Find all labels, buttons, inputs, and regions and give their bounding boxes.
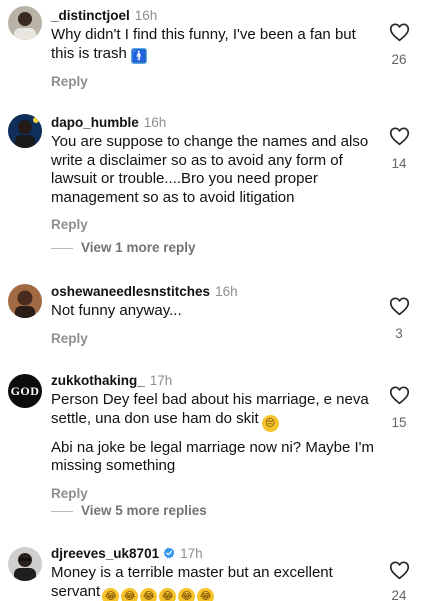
avatar[interactable]: [8, 284, 42, 318]
comment-meta: oshewaneedlesnstitches 16h: [51, 283, 381, 300]
reply-button[interactable]: Reply: [51, 331, 88, 346]
heart-outline-icon: [389, 127, 409, 146]
comment-text: Money is a terrible master but an excell…: [51, 564, 381, 601]
timestamp: 17h: [149, 373, 173, 388]
tears-of-joy-emoji: 😂: [197, 587, 215, 601]
comment-text-content: Why didn't I find this funny, I've been …: [51, 26, 356, 62]
avatar[interactable]: [8, 114, 42, 148]
like-count: 14: [391, 156, 407, 171]
username[interactable]: djreeves_uk8701: [51, 546, 159, 561]
verified-badge-icon: [163, 547, 175, 559]
comment-text: Why didn't I find this funny, I've been …: [51, 26, 381, 64]
comment-text: You are suppose to change the names and …: [51, 133, 369, 206]
view-more-replies[interactable]: View 5 more replies: [51, 503, 207, 518]
divider-line: [51, 510, 73, 512]
avatar[interactable]: [8, 547, 42, 581]
timestamp: 16h: [143, 115, 167, 130]
username[interactable]: dapo_humble: [51, 115, 139, 130]
like-button[interactable]: 3: [386, 296, 412, 341]
username[interactable]: _distinctjoel: [51, 8, 130, 23]
pensive-face-emoji: 😔: [261, 414, 279, 432]
comment-text-content: Person Dey feel bad about his marriage, …: [51, 391, 369, 427]
comment-text-2: Abi na joke be legal marriage now ni? Ma…: [51, 438, 375, 475]
like-count: 24: [391, 588, 407, 601]
username[interactable]: oshewaneedlesnstitches: [51, 284, 210, 299]
tears-of-joy-emoji: 😂: [159, 587, 177, 601]
timestamp: 16h: [134, 8, 158, 23]
like-count: 15: [391, 415, 407, 430]
comment-meta: _distinctjoel 16h: [51, 7, 381, 24]
avatar[interactable]: [8, 6, 42, 40]
comment-meta: zukkothaking_ 17h: [51, 372, 381, 389]
avatar-logo-text: GOD: [10, 384, 40, 398]
divider-line: [51, 247, 73, 249]
tears-of-joy-emoji: 😂: [140, 587, 158, 601]
tears-of-joy-emoji: 😂: [178, 587, 196, 601]
heart-outline-icon: [389, 561, 409, 580]
comment-meta: djreeves_uk8701 17h: [51, 545, 381, 562]
heart-outline-icon: [389, 386, 409, 405]
reply-button[interactable]: Reply: [51, 74, 88, 89]
view-more-replies-label: View 5 more replies: [81, 503, 207, 518]
like-button[interactable]: 24: [386, 560, 412, 601]
like-button[interactable]: 14: [386, 126, 412, 171]
heart-outline-icon: [389, 23, 409, 42]
comment-text: Not funny anyway...: [51, 302, 182, 319]
reply-button[interactable]: Reply: [51, 217, 88, 232]
man-symbol-emoji: 🚹: [131, 47, 148, 64]
like-count: 26: [391, 52, 407, 67]
heart-outline-icon: [389, 297, 409, 316]
timestamp: 17h: [180, 546, 203, 561]
like-button[interactable]: 26: [386, 22, 412, 67]
avatar[interactable]: GOD: [8, 374, 42, 408]
tears-of-joy-emoji: 😂: [121, 587, 139, 601]
timestamp: 16h: [215, 284, 238, 299]
reply-button[interactable]: Reply: [51, 486, 88, 501]
view-more-replies[interactable]: View 1 more reply: [51, 240, 196, 255]
username[interactable]: zukkothaking_: [51, 373, 145, 388]
like-button[interactable]: 15: [386, 385, 412, 430]
comment-text: Person Dey feel bad about his marriage, …: [51, 391, 381, 432]
view-more-replies-label: View 1 more reply: [81, 240, 196, 255]
like-count: 3: [395, 326, 403, 341]
comment-meta: dapo_humble 16h: [51, 114, 381, 131]
tears-of-joy-emoji: 😂: [102, 587, 120, 601]
